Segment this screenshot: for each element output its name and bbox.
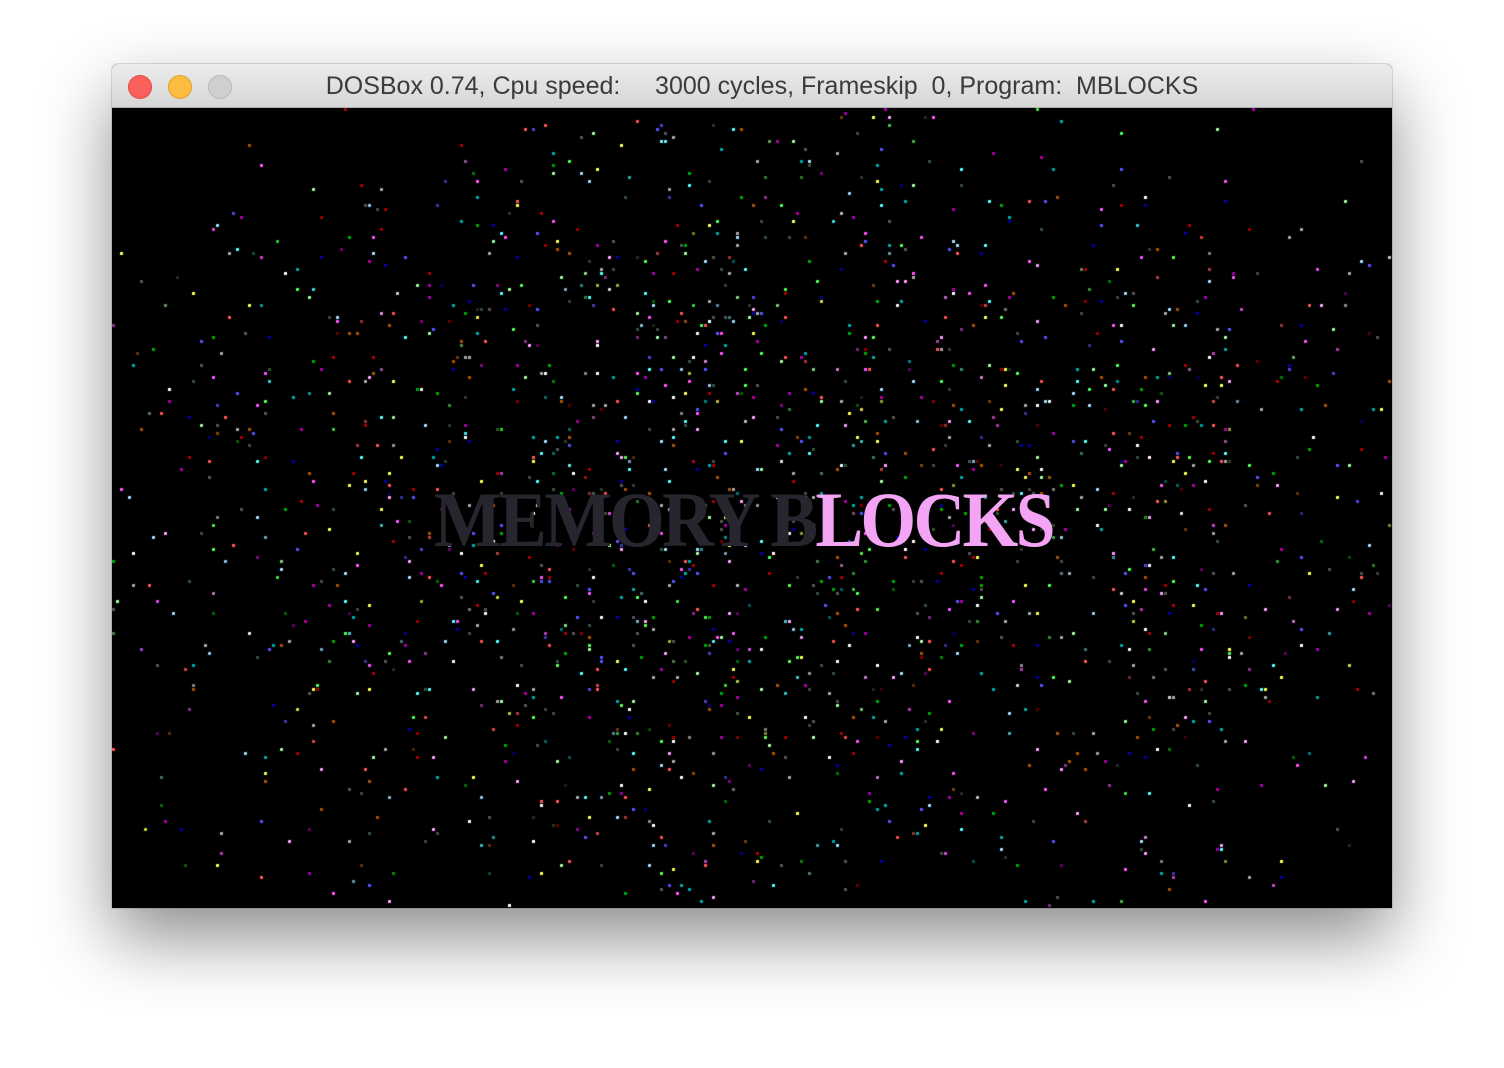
- logo-dim-text: MEMORY B: [434, 476, 818, 563]
- dosbox-window: DOSBox 0.74, Cpu speed: 3000 cycles, Fra…: [112, 64, 1392, 908]
- logo-bright-text: LOCKS: [815, 476, 1055, 563]
- window-title: DOSBox 0.74, Cpu speed: 3000 cycles, Fra…: [325, 72, 1199, 100]
- title-bar[interactable]: DOSBox 0.74, Cpu speed: 3000 cycles, Fra…: [112, 64, 1392, 108]
- dos-screen[interactable]: MEMORY BLOCKS: [112, 108, 1392, 908]
- memory-blocks-logo: MEMORY BLOCKS: [434, 480, 1056, 560]
